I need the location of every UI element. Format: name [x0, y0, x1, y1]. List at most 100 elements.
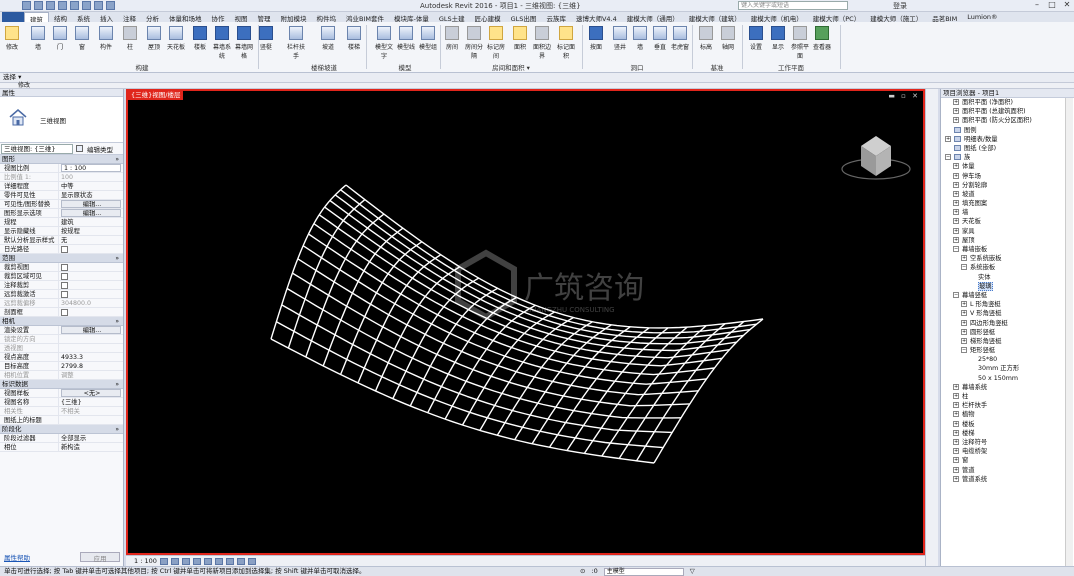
browser-item[interactable]: + 坡道 [941, 190, 1074, 199]
apply-button[interactable]: 应用 [80, 552, 120, 563]
tab-1[interactable]: 结构 [49, 12, 72, 23]
browser-item[interactable]: + 家具 [941, 227, 1074, 236]
properties-section-header[interactable]: 标识数据 [0, 380, 123, 389]
tab-9[interactable]: 管理 [253, 12, 276, 23]
browser-item[interactable]: + 分割轮廓 [941, 181, 1074, 190]
browser-item[interactable]: + 窗 [941, 456, 1074, 465]
ribbon-button-8[interactable]: 楼板 [190, 24, 210, 58]
browser-item[interactable]: + V 形角竖梃 [941, 309, 1074, 318]
properties-help-link[interactable]: 属性帮助 [4, 552, 30, 562]
ribbon-button-9[interactable]: 幕墙系统 [212, 24, 232, 60]
login-button[interactable]: 登录 [893, 1, 907, 11]
tab-14[interactable]: GLS土建 [434, 12, 470, 23]
browser-item[interactable]: + 屋顶 [941, 236, 1074, 245]
browser-item[interactable]: 50 x 150mm [941, 374, 1074, 383]
browser-item[interactable]: + 注释符号 [941, 438, 1074, 447]
app-menu-button[interactable] [2, 12, 24, 22]
ribbon-button-19[interactable]: 房间分隔 [464, 24, 484, 60]
tab-19[interactable]: 建模大师（通用） [622, 12, 684, 23]
mullion-line[interactable] [305, 213, 385, 358]
expand-icon[interactable]: + [953, 402, 959, 409]
tab-3[interactable]: 插入 [95, 12, 118, 23]
browser-item[interactable]: + 柱 [941, 392, 1074, 401]
expand-icon[interactable]: + [953, 420, 959, 427]
collapse-icon[interactable]: − [961, 264, 967, 271]
tab-24[interactable]: 品茗BIM [927, 12, 962, 23]
browser-item[interactable]: + 栏杆扶手 [941, 401, 1074, 410]
expand-icon[interactable]: + [953, 108, 959, 115]
browser-item[interactable]: 图例 [941, 126, 1074, 135]
property-checkbox[interactable] [61, 273, 68, 280]
expand-icon[interactable]: + [953, 393, 959, 399]
browser-item[interactable]: + 天花板 [941, 217, 1074, 226]
browser-item[interactable]: + 楼板 [941, 420, 1074, 429]
close-button[interactable]: ✕ [1060, 0, 1074, 11]
collapse-icon[interactable]: − [961, 347, 967, 354]
browser-item[interactable]: + 面积平面 (净面积) [941, 98, 1074, 107]
browser-item[interactable]: + 填充图案 [941, 199, 1074, 208]
mullion-line[interactable] [334, 194, 751, 339]
ribbon-button-17[interactable]: 模型组 [418, 24, 438, 58]
expand-icon[interactable]: + [953, 163, 959, 170]
expand-icon[interactable]: + [953, 181, 959, 188]
ribbon-button-26[interactable]: 墙 [630, 24, 650, 58]
browser-item[interactable]: + 停车场 [941, 172, 1074, 181]
mullion-line[interactable] [339, 241, 423, 375]
3d-viewport[interactable]: {三维}视图/楼层 ▬ ▫ ✕ 广筑咨询 GUANGZHU CONSULTING [126, 89, 925, 555]
tab-11[interactable]: 构件坞 [312, 12, 342, 23]
render-icon[interactable] [203, 557, 212, 565]
property-value[interactable] [59, 290, 123, 298]
browser-item[interactable]: + 梯形角竖梃 [941, 337, 1074, 346]
view-cube-icon[interactable] [841, 136, 911, 180]
select-dropdown[interactable]: 选择 ▾ [3, 73, 21, 81]
tab-20[interactable]: 建模大师（建筑） [684, 12, 746, 23]
visual-style-icon[interactable] [170, 557, 179, 565]
browser-item[interactable]: 30mm 正方形 [941, 364, 1074, 373]
ribbon-button-20[interactable]: 标记房间 [486, 24, 506, 60]
ribbon-button-23[interactable]: 标记面积 [556, 24, 576, 60]
mullion-line[interactable] [322, 227, 404, 367]
search-input[interactable]: 键入关键字或短语 [738, 1, 848, 10]
expand-icon[interactable]: + [953, 209, 959, 216]
sun-path-icon[interactable] [181, 557, 190, 565]
ribbon-button-1[interactable]: 墙 [28, 24, 48, 58]
properties-section-header[interactable]: 阶段化 [0, 425, 123, 434]
expand-icon[interactable]: + [953, 117, 959, 124]
ribbon-button-7[interactable]: 天花板 [166, 24, 186, 58]
browser-item[interactable]: + 管道系统 [941, 475, 1074, 484]
property-value[interactable] [59, 272, 123, 280]
collapse-icon[interactable]: − [953, 246, 959, 252]
collapse-icon[interactable]: − [953, 291, 959, 298]
browser-item[interactable]: 实体 [941, 273, 1074, 282]
expand-icon[interactable]: + [953, 218, 959, 225]
tab-2[interactable]: 系统 [72, 12, 95, 23]
tab-21[interactable]: 建模大师（机电） [746, 12, 808, 23]
tab-4[interactable]: 注释 [118, 12, 141, 23]
property-checkbox[interactable] [61, 291, 68, 298]
expand-icon[interactable]: + [953, 411, 959, 418]
ribbon-button-11[interactable]: 竖梃 [256, 24, 276, 58]
ribbon-button-18[interactable]: 房间 [442, 24, 462, 58]
tab-18[interactable]: 速博大师V4.4 [571, 12, 622, 23]
ribbon-button-22[interactable]: 面积边界 [532, 24, 552, 60]
tab-22[interactable]: 建模大师（PC） [808, 12, 865, 23]
expand-icon[interactable]: + [953, 172, 959, 179]
property-value[interactable]: 1 : 100 [61, 164, 121, 172]
curtain-surface-mesh[interactable] [270, 184, 764, 464]
tab-0[interactable]: 建筑 [24, 12, 49, 24]
expand-icon[interactable]: + [953, 200, 959, 207]
browser-item[interactable]: + L 形角竖梃 [941, 300, 1074, 309]
properties-section-header[interactable]: 相机 [0, 317, 123, 326]
collapse-icon[interactable]: − [945, 154, 951, 161]
ribbon-button-12[interactable]: 栏杆扶手 [286, 24, 306, 60]
tab-7[interactable]: 协作 [207, 12, 230, 23]
filter-icon[interactable]: ▽ [690, 567, 695, 576]
browser-item[interactable]: + 空系统嵌板 [941, 254, 1074, 263]
browser-item[interactable]: + 圆形竖梃 [941, 328, 1074, 337]
properties-section-header[interactable]: 范围 [0, 254, 123, 263]
property-value[interactable] [59, 281, 123, 289]
ribbon-button-21[interactable]: 面积 [510, 24, 530, 58]
ribbon-button-30[interactable]: 轴网 [718, 24, 738, 58]
expand-icon[interactable]: + [961, 310, 967, 317]
property-checkbox[interactable] [61, 246, 68, 253]
